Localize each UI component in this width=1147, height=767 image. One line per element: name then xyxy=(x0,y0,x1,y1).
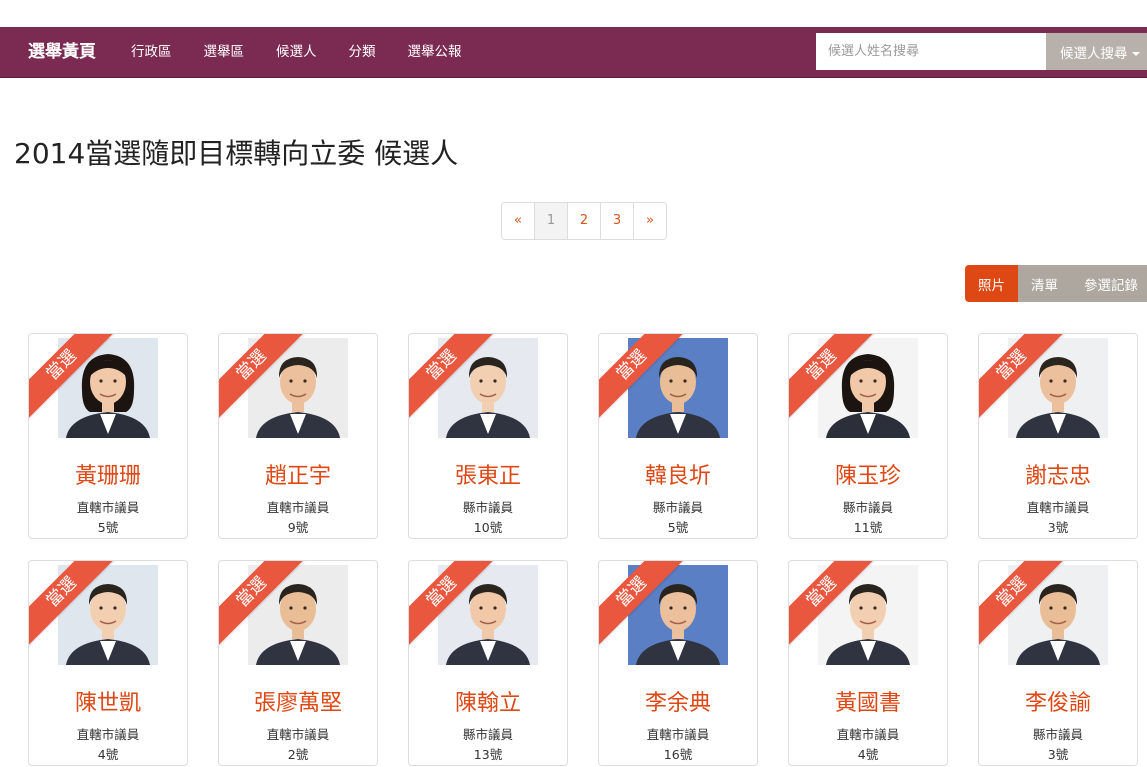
candidate-role: 直轄市議員 xyxy=(1026,500,1090,515)
candidate-card[interactable]: 當選 趙正宇 直轄市議員 9號 xyxy=(218,333,378,539)
candidate-name[interactable]: 張廖萬堅 xyxy=(219,685,377,717)
candidate-search-button[interactable]: 候選人搜尋 xyxy=(1046,33,1147,70)
candidate-number: 16號 xyxy=(663,747,693,762)
view-list-button[interactable]: 清單 xyxy=(1018,265,1071,302)
candidate-name[interactable]: 黃國書 xyxy=(789,685,947,717)
nav-link-constituency[interactable]: 選舉區 xyxy=(188,27,261,77)
candidate-card[interactable]: 當選 黃國書 直轄市議員 4號 xyxy=(788,560,948,766)
candidate-number: 9號 xyxy=(287,520,309,535)
candidate-number: 5號 xyxy=(97,520,119,535)
candidate-card[interactable]: 當選 李余典 直轄市議員 16號 xyxy=(598,560,758,766)
caret-down-icon xyxy=(1131,51,1140,56)
candidate-role: 縣市議員 xyxy=(842,500,893,515)
candidate-number: 5號 xyxy=(667,520,689,535)
nav-link-categories[interactable]: 分類 xyxy=(333,27,392,77)
candidate-card[interactable]: 當選 李俊諭 縣市議員 3號 xyxy=(978,560,1138,766)
candidate-name[interactable]: 陳玉珍 xyxy=(789,458,947,490)
pagination-next[interactable]: » xyxy=(633,203,666,239)
candidate-role: 縣市議員 xyxy=(1032,727,1083,742)
candidate-role: 直轄市議員 xyxy=(266,727,330,742)
candidate-role: 直轄市議員 xyxy=(646,727,710,742)
top-navbar: 選舉黃頁 行政區 選舉區 候選人 分類 選舉公報 候選人搜尋 xyxy=(0,27,1147,78)
candidate-search-input[interactable] xyxy=(816,33,1046,70)
candidate-card[interactable]: 當選 韓良圻 縣市議員 5號 xyxy=(598,333,758,539)
candidate-role: 縣市議員 xyxy=(462,727,513,742)
candidate-number: 2號 xyxy=(287,747,309,762)
candidate-card[interactable]: 當選 謝志忠 直轄市議員 3號 xyxy=(978,333,1138,539)
page-title: 2014當選隨即目標轉向立委 候選人 xyxy=(14,137,459,170)
candidate-name[interactable]: 黃珊珊 xyxy=(29,458,187,490)
brand-link[interactable]: 選舉黃頁 xyxy=(28,27,96,77)
candidate-name[interactable]: 李俊諭 xyxy=(979,685,1137,717)
pagination: « 1 2 3 » xyxy=(501,202,667,240)
candidate-card[interactable]: 當選 陳玉珍 縣市議員 11號 xyxy=(788,333,948,539)
candidate-number: 10號 xyxy=(473,520,503,535)
candidate-role: 縣市議員 xyxy=(462,500,513,515)
view-records-button[interactable]: 參選記錄 xyxy=(1071,265,1147,302)
pagination-page-2[interactable]: 2 xyxy=(567,203,600,239)
candidate-number: 3號 xyxy=(1047,747,1069,762)
pagination-prev[interactable]: « xyxy=(502,203,534,239)
candidate-card[interactable]: 當選 陳世凱 直轄市議員 4號 xyxy=(28,560,188,766)
pagination-page-1[interactable]: 1 xyxy=(534,203,567,239)
view-photo-button[interactable]: 照片 xyxy=(965,265,1018,302)
pagination-page-3[interactable]: 3 xyxy=(600,203,633,239)
nav-link-candidates[interactable]: 候選人 xyxy=(260,27,333,77)
candidate-name[interactable]: 李余典 xyxy=(599,685,757,717)
view-toggle-group: 照片 清單 參選記錄 xyxy=(965,265,1147,302)
candidate-role: 直轄市議員 xyxy=(836,727,900,742)
candidate-card[interactable]: 當選 張東正 縣市議員 10號 xyxy=(408,333,568,539)
candidate-role: 直轄市議員 xyxy=(76,500,140,515)
candidate-name[interactable]: 張東正 xyxy=(409,458,567,490)
candidate-number: 4號 xyxy=(857,747,879,762)
candidate-name[interactable]: 謝志忠 xyxy=(979,458,1137,490)
nav-link-election-gazette[interactable]: 選舉公報 xyxy=(392,27,478,77)
search-button-label: 候選人搜尋 xyxy=(1060,45,1128,62)
nav-links: 行政區 選舉區 候選人 分類 選舉公報 xyxy=(115,27,478,77)
candidate-name[interactable]: 陳世凱 xyxy=(29,685,187,717)
candidate-number: 4號 xyxy=(97,747,119,762)
candidate-card[interactable]: 當選 張廖萬堅 直轄市議員 2號 xyxy=(218,560,378,766)
candidate-role: 縣市議員 xyxy=(652,500,703,515)
candidate-name[interactable]: 趙正宇 xyxy=(219,458,377,490)
candidate-card[interactable]: 當選 陳翰立 縣市議員 13號 xyxy=(408,560,568,766)
candidate-role: 直轄市議員 xyxy=(266,500,330,515)
candidate-number: 11號 xyxy=(853,520,883,535)
candidate-card[interactable]: 當選 黃珊珊 直轄市議員 5號 xyxy=(28,333,188,539)
candidate-number: 3號 xyxy=(1047,520,1069,535)
candidate-number: 13號 xyxy=(473,747,503,762)
candidate-grid: 當選 黃珊珊 直轄市議員 5號 當選 趙正宇 直轄市議員 9號 當選 張東正 縣市議員 10號 當選 韓良… xyxy=(28,333,1147,766)
nav-link-district[interactable]: 行政區 xyxy=(115,27,188,77)
candidate-name[interactable]: 陳翰立 xyxy=(409,685,567,717)
candidate-role: 直轄市議員 xyxy=(76,727,140,742)
candidate-name[interactable]: 韓良圻 xyxy=(599,458,757,490)
